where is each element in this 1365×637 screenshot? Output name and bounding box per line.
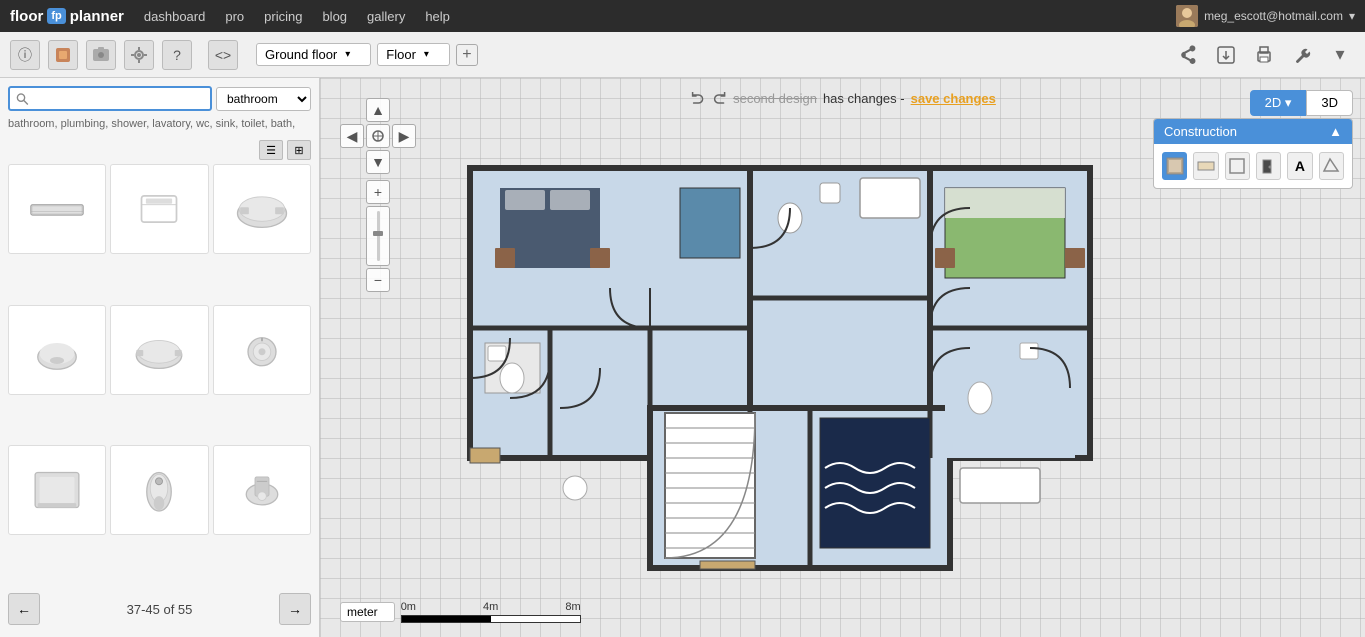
list-item[interactable]	[110, 445, 208, 535]
search-input-wrapper[interactable]: bathroom	[8, 86, 212, 111]
grid-view-btn[interactable]: ⊞	[287, 140, 311, 160]
print-button[interactable]	[1249, 40, 1279, 70]
help-button[interactable]: ?	[162, 40, 192, 70]
user-menu-arrow: ▾	[1349, 9, 1355, 23]
pan-left-button[interactable]: ◀	[340, 124, 364, 148]
scale-label-8m: 8m	[565, 601, 580, 613]
construction-title: Construction	[1164, 124, 1237, 139]
app-logo[interactable]: floor fp planner	[10, 8, 124, 25]
floor-label: Floor	[386, 47, 416, 62]
2d-view-button[interactable]: 2D ▾	[1250, 90, 1307, 116]
user-menu[interactable]: meg_escott@hotmail.com ▾	[1176, 5, 1355, 27]
logo-text: floor	[10, 8, 43, 25]
export-button[interactable]	[1211, 40, 1241, 70]
pan-right-button[interactable]: ▶	[392, 124, 416, 148]
floor-plan	[370, 118, 1120, 623]
save-notification: second design has changes - save changes	[689, 90, 996, 106]
view-mode-toggle: 2D ▾ 3D	[1250, 90, 1353, 116]
list-item[interactable]	[213, 305, 311, 395]
prev-page-button[interactable]: ←	[8, 593, 40, 625]
pan-up-button[interactable]: ▲	[366, 98, 390, 122]
code-icon: <>	[215, 47, 231, 63]
left-panel: bathroom bathroom furniture kitchen bath…	[0, 78, 320, 637]
search-input[interactable]: bathroom	[33, 91, 204, 106]
settings-button[interactable]	[124, 40, 154, 70]
object-button[interactable]	[48, 40, 78, 70]
items-grid	[8, 164, 311, 581]
search-bar: bathroom bathroom furniture kitchen	[8, 86, 311, 111]
main-area: bathroom bathroom furniture kitchen bath…	[0, 78, 1365, 637]
toolbar-right: ▾	[1173, 40, 1355, 70]
pagination: ← 37-45 of 55 →	[8, 589, 311, 629]
roof-tool[interactable]	[1225, 152, 1250, 180]
list-item[interactable]	[110, 164, 208, 254]
logo-text2: planner	[70, 8, 124, 25]
3d-view-button[interactable]: 3D	[1306, 90, 1353, 116]
text-tool[interactable]: A	[1287, 152, 1312, 180]
nav-help[interactable]: help	[425, 9, 450, 24]
search-tags: bathroom, plumbing, shower, lavatory, wc…	[8, 117, 311, 132]
ground-floor-dropdown[interactable]: Ground floor	[256, 43, 371, 66]
nav-pro[interactable]: pro	[225, 9, 244, 24]
scale-labels: 0m 4m 8m	[401, 601, 581, 613]
search-icon	[16, 92, 29, 106]
top-navigation: floor fp planner dashboard pro pricing b…	[0, 0, 1365, 32]
save-prefix: second design	[733, 91, 817, 106]
ground-floor-label: Ground floor	[265, 47, 337, 62]
avatar	[1176, 5, 1198, 27]
zoom-out-button[interactable]: −	[366, 268, 390, 292]
logo-icon: fp	[47, 8, 65, 24]
redo-icon[interactable]	[711, 90, 727, 106]
search-category-select[interactable]: bathroom furniture kitchen	[216, 87, 311, 111]
zoom-slider[interactable]	[366, 206, 390, 266]
list-item[interactable]	[213, 445, 311, 535]
wrench-button[interactable]	[1287, 40, 1317, 70]
pan-down-button[interactable]: ▼	[366, 150, 390, 174]
list-view-btn[interactable]: ☰	[259, 140, 283, 160]
canvas-controls: ▲ ◀ ▶ ▼ + −	[340, 98, 416, 292]
scale-bar: meter 0m 4m 8m	[340, 601, 581, 623]
construction-header: Construction ▲	[1154, 119, 1352, 144]
erase-tool[interactable]	[1319, 152, 1344, 180]
nav-gallery[interactable]: gallery	[367, 9, 405, 24]
scale-bar-visual	[401, 615, 581, 623]
save-middle: has changes -	[823, 91, 905, 106]
next-page-button[interactable]: →	[279, 593, 311, 625]
list-item[interactable]	[8, 305, 106, 395]
pan-center-button[interactable]	[366, 124, 390, 148]
construction-collapse[interactable]: ▲	[1329, 124, 1342, 139]
door-tool[interactable]	[1256, 152, 1281, 180]
add-floor-button[interactable]: +	[456, 44, 478, 66]
canvas-area[interactable]: second design has changes - save changes…	[320, 78, 1365, 637]
more-button[interactable]: ▾	[1325, 40, 1355, 70]
share-button[interactable]	[1173, 40, 1203, 70]
list-item[interactable]	[213, 164, 311, 254]
list-item[interactable]	[8, 164, 106, 254]
floor-tool[interactable]	[1193, 152, 1218, 180]
user-email: meg_escott@hotmail.com	[1204, 9, 1343, 23]
construction-tools: A	[1154, 144, 1352, 188]
zoom-in-button[interactable]: +	[366, 180, 390, 204]
scale-label-0m: 0m	[401, 601, 416, 613]
info-button[interactable]: ⓘ	[10, 40, 40, 70]
page-info: 37-45 of 55	[127, 602, 193, 617]
toolbar: ⓘ ? <> Ground floor Floor + ▾	[0, 32, 1365, 78]
scale-ruler: 0m 4m 8m	[401, 601, 581, 623]
save-link[interactable]: save changes	[911, 91, 996, 106]
list-item[interactable]	[110, 305, 208, 395]
list-item[interactable]	[8, 445, 106, 535]
floor-dropdown[interactable]: Floor	[377, 43, 450, 66]
view-toggle: ☰ ⊞	[8, 140, 311, 160]
nav-dashboard[interactable]: dashboard	[144, 9, 205, 24]
wall-tool[interactable]	[1162, 152, 1187, 180]
nav-pricing[interactable]: pricing	[264, 9, 302, 24]
code-button[interactable]: <>	[208, 40, 238, 70]
nav-blog[interactable]: blog	[322, 9, 347, 24]
scale-label-4m: 4m	[483, 601, 498, 613]
construction-panel: Construction ▲ A	[1153, 118, 1353, 189]
scale-unit-select[interactable]: meter	[340, 602, 395, 622]
floor-selector: Ground floor Floor +	[256, 43, 478, 66]
photo-button[interactable]	[86, 40, 116, 70]
undo-icon[interactable]	[689, 90, 705, 106]
